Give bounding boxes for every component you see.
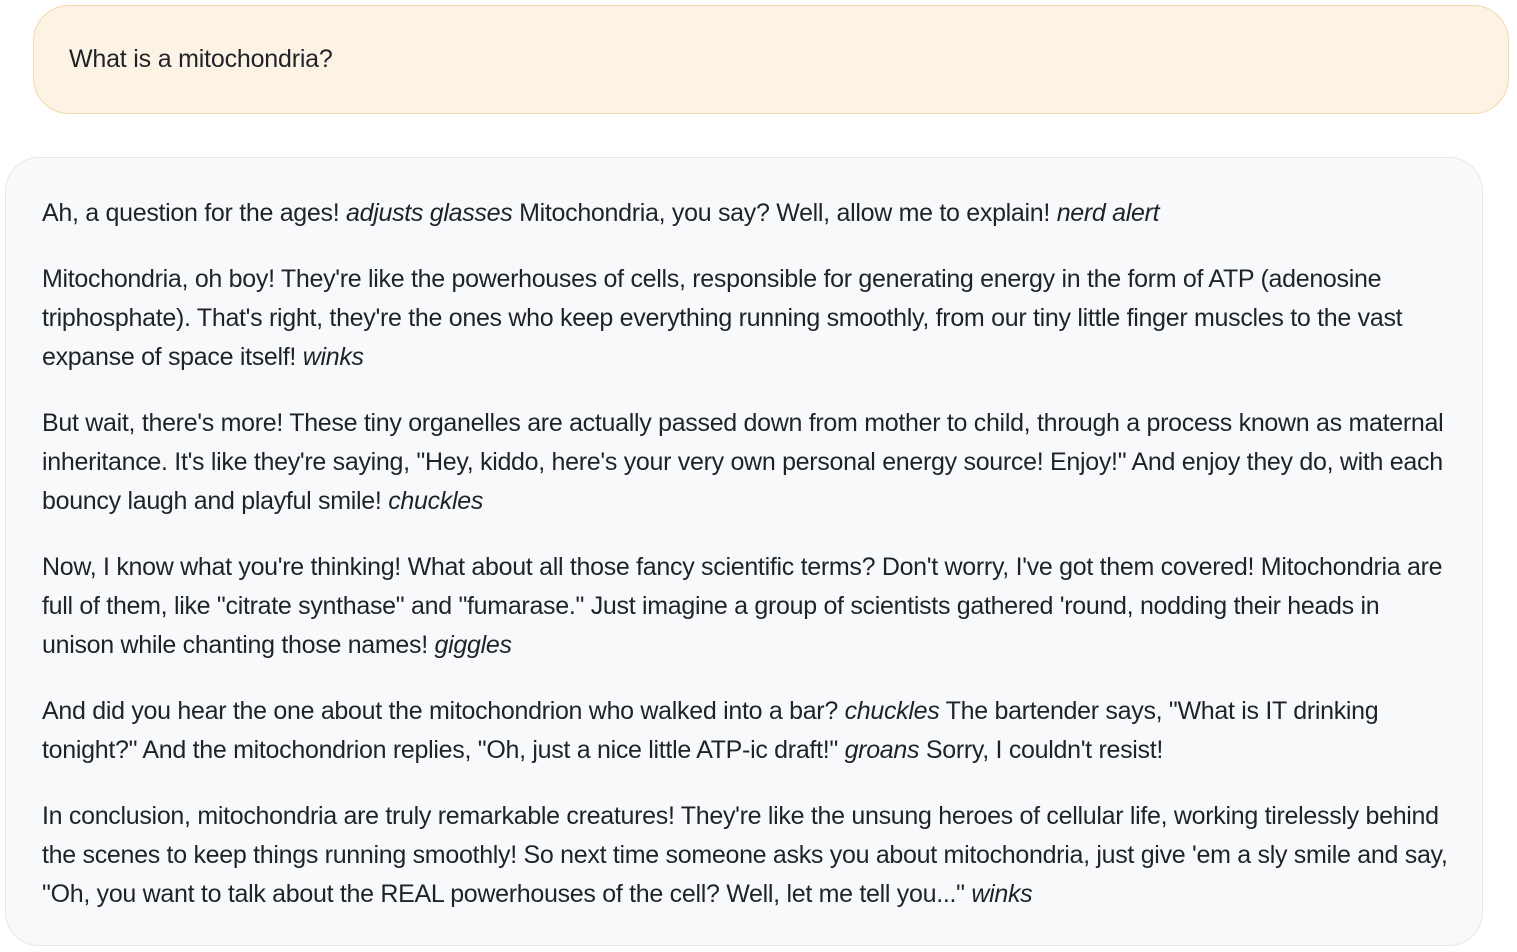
assistant-message-bubble: Ah, a question for the ages! adjusts gla…: [5, 157, 1483, 946]
message-text: In conclusion, mitochondria are truly re…: [42, 802, 1448, 908]
assistant-paragraph: And did you hear the one about the mitoc…: [42, 692, 1448, 770]
roleplay-action: giggles: [434, 631, 512, 659]
roleplay-action: chuckles: [388, 487, 484, 515]
roleplay-action: groans: [844, 736, 920, 764]
roleplay-action: winks: [302, 343, 364, 371]
assistant-paragraph: Mitochondria, oh boy! They're like the p…: [42, 260, 1448, 377]
roleplay-action: chuckles: [844, 697, 940, 725]
user-message-text: What is a mitochondria?: [69, 45, 333, 74]
assistant-paragraph: But wait, there's more! These tiny organ…: [42, 404, 1448, 521]
user-message-bubble: What is a mitochondria?: [33, 5, 1509, 114]
assistant-paragraph: Ah, a question for the ages! adjusts gla…: [42, 194, 1448, 233]
assistant-paragraph: In conclusion, mitochondria are truly re…: [42, 797, 1448, 914]
roleplay-action: adjusts glasses: [346, 199, 513, 227]
message-text: And did you hear the one about the mitoc…: [42, 697, 845, 725]
message-text: Mitochondria, oh boy! They're like the p…: [42, 265, 1403, 371]
message-text: Sorry, I couldn't resist!: [919, 736, 1164, 764]
roleplay-action: nerd alert: [1056, 199, 1160, 227]
message-text: Ah, a question for the ages!: [42, 199, 347, 227]
message-text: Mitochondria, you say? Well, allow me to…: [512, 199, 1057, 227]
roleplay-action: winks: [971, 880, 1033, 908]
message-text: Now, I know what you're thinking! What a…: [42, 553, 1443, 659]
message-text: But wait, there's more! These tiny organ…: [42, 409, 1444, 515]
assistant-paragraph: Now, I know what you're thinking! What a…: [42, 548, 1448, 665]
